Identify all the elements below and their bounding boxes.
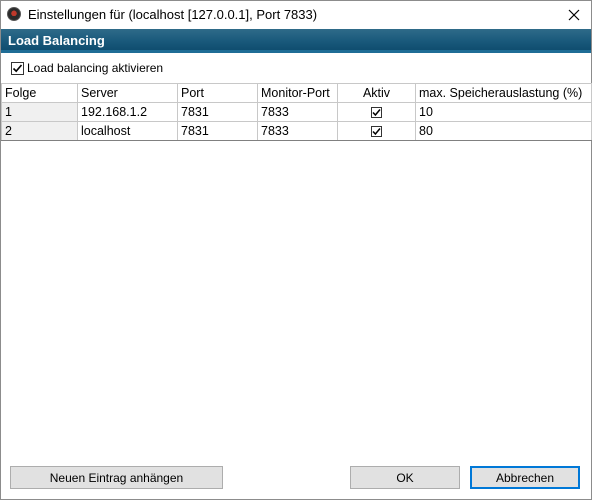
section-title: Load Balancing bbox=[8, 33, 105, 48]
port-cell[interactable]: 7831 bbox=[177, 121, 258, 141]
row-order-cell[interactable]: 2 bbox=[1, 121, 78, 141]
app-icon bbox=[7, 7, 21, 21]
close-button[interactable] bbox=[557, 1, 591, 29]
active-cell[interactable] bbox=[337, 121, 416, 141]
row-order-cell[interactable]: 1 bbox=[1, 102, 78, 122]
checkmark-icon[interactable] bbox=[371, 126, 382, 138]
server-cell[interactable]: localhost bbox=[77, 121, 178, 141]
max-memory-cell[interactable]: 80 bbox=[415, 121, 592, 141]
title-bar: Einstellungen für (localhost [127.0.0.1]… bbox=[1, 1, 591, 29]
table-header-row: Folge Server Port Monitor-Port Aktiv max… bbox=[1, 83, 592, 103]
column-header-server[interactable]: Server bbox=[77, 83, 178, 103]
active-cell[interactable] bbox=[337, 102, 416, 122]
server-cell[interactable]: 192.168.1.2 bbox=[77, 102, 178, 122]
monitor-port-cell[interactable]: 7833 bbox=[257, 121, 338, 141]
table-row[interactable]: 2 localhost 7831 7833 80 bbox=[1, 121, 592, 141]
ok-button[interactable]: OK bbox=[350, 466, 460, 489]
enable-load-balancing-checkbox[interactable] bbox=[11, 61, 24, 75]
checkmark-icon[interactable] bbox=[371, 107, 382, 119]
close-icon bbox=[568, 9, 580, 21]
settings-dialog: Einstellungen für (localhost [127.0.0.1]… bbox=[0, 0, 592, 500]
column-header-active[interactable]: Aktiv bbox=[337, 83, 416, 103]
column-header-order[interactable]: Folge bbox=[1, 83, 78, 103]
column-header-monitor-port[interactable]: Monitor-Port bbox=[257, 83, 338, 103]
enable-load-balancing-label: Load balancing aktivieren bbox=[27, 61, 164, 75]
column-header-port[interactable]: Port bbox=[177, 83, 258, 103]
table-row[interactable]: 1 192.168.1.2 7831 7833 10 bbox=[1, 102, 592, 122]
checkmark-icon bbox=[12, 63, 23, 72]
add-entry-button[interactable]: Neuen Eintrag anhängen bbox=[10, 466, 223, 489]
cancel-button[interactable]: Abbrechen bbox=[470, 466, 580, 489]
enable-load-balancing-row[interactable]: Load balancing aktivieren bbox=[11, 61, 163, 75]
window-title: Einstellungen für (localhost [127.0.0.1]… bbox=[28, 7, 318, 22]
server-table: Folge Server Port Monitor-Port Aktiv max… bbox=[1, 83, 592, 141]
max-memory-cell[interactable]: 10 bbox=[415, 102, 592, 122]
column-header-max-memory[interactable]: max. Speicherauslastung (%) bbox=[415, 83, 592, 103]
port-cell[interactable]: 7831 bbox=[177, 102, 258, 122]
monitor-port-cell[interactable]: 7833 bbox=[257, 102, 338, 122]
section-header: Load Balancing bbox=[1, 29, 591, 53]
